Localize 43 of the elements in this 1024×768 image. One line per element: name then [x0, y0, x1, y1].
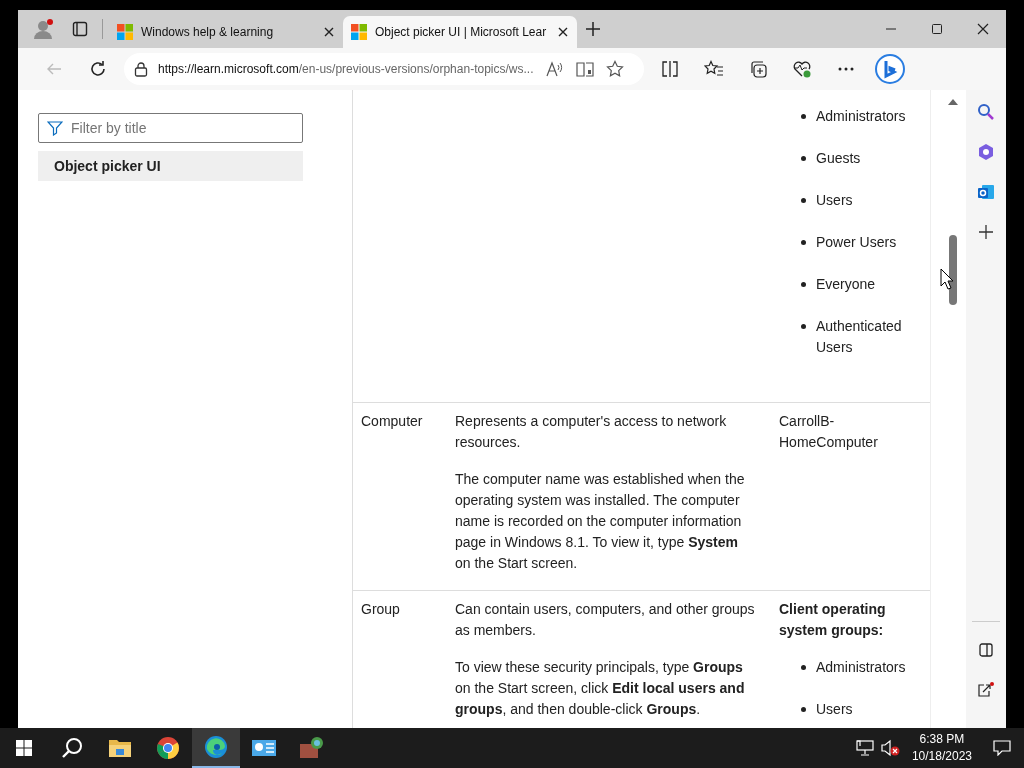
list-item: Everyone [816, 275, 877, 294]
filter-icon [47, 120, 63, 136]
description-text: To view these security principals, type Groups on the Start screen, click Edit local users and groups, and then double-click Groups. [455, 658, 746, 719]
list-item: Authenticated Users [816, 317, 903, 357]
date-text: 10/18/2023 [911, 748, 972, 765]
settings-window-icon [251, 738, 277, 758]
read-aloud-icon[interactable] [545, 61, 564, 77]
list-item: Administrators [816, 107, 907, 126]
scrollbar-thumb[interactable] [949, 235, 957, 305]
description-text: The computer name was established when the operating system was installed. The computer name is recorded on the computer information page in Windows 8.1. To view it, type System on the Start screen. [455, 470, 746, 573]
close-icon[interactable] [557, 26, 569, 38]
browser-tab[interactable]: Object picker UI | Microsoft Lear [343, 16, 577, 48]
swirl-logo-icon [204, 735, 228, 759]
windows-logo-icon [351, 24, 367, 40]
lock-icon [134, 61, 148, 77]
list-item: Power Users [816, 233, 898, 252]
cursor-icon [940, 268, 954, 290]
round-logo-icon [156, 736, 180, 760]
scroll-up-arrow-icon[interactable] [948, 98, 958, 105]
list-item: Users [816, 700, 854, 719]
browser-tab[interactable]: Windows help & learning [109, 16, 343, 48]
list-item: Guests [816, 149, 862, 168]
taskbar-app[interactable] [192, 728, 240, 768]
table-cell: Group [361, 601, 400, 617]
toc-item[interactable]: Object picker UI [38, 151, 303, 181]
examples-heading: Client operating system groups: [779, 600, 887, 640]
filter-field[interactable]: Filter by title [38, 113, 303, 143]
globe-box-icon [299, 736, 325, 760]
url-text: https://learn.microsoft.com/en-us/previous-versions/orphan-topics/ws... [158, 62, 534, 76]
favorite-star-icon[interactable] [605, 60, 624, 78]
close-icon[interactable] [323, 26, 335, 38]
list-item: Users [816, 191, 854, 210]
folder-icon [108, 737, 132, 759]
immersive-reader-icon[interactable] [575, 61, 594, 77]
windows-logo-icon [117, 24, 133, 40]
clock[interactable]: 6:38 PM 10/18/2023 [903, 731, 980, 765]
time-text: 6:38 PM [919, 731, 965, 748]
list-item: Administrators [816, 658, 907, 677]
address-bar[interactable]: https://learn.microsoft.com/en-us/previous-versions/orphan-topics/ws... [124, 53, 644, 85]
description-text: Represents a computer's access to network resources. [455, 412, 728, 452]
example-text: CarrollB-HomeComputer [779, 412, 879, 452]
description-text: Can contain users, computers, and other groups as members. [455, 600, 756, 640]
table-cell: Computer [361, 413, 423, 429]
